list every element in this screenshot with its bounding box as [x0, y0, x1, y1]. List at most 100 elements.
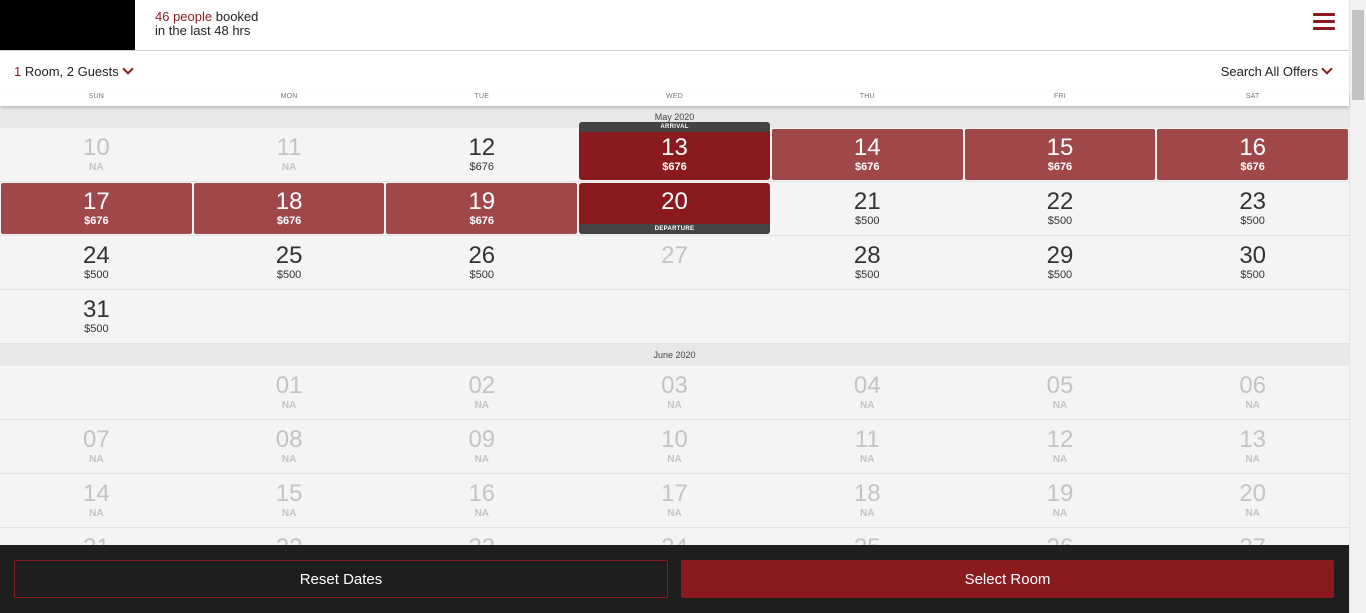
- select-room-button[interactable]: Select Room: [681, 560, 1334, 598]
- calendar-day: 21NA: [1, 529, 192, 547]
- calendar-day: [1157, 291, 1348, 342]
- calendar-day[interactable]: 29 $500: [965, 237, 1156, 288]
- day-number: 14: [853, 134, 881, 161]
- calendar-day[interactable]: 20 DEPARTURE: [579, 183, 770, 234]
- day-number: 24: [83, 242, 110, 269]
- day-price: NA: [1052, 508, 1068, 519]
- calendar-day: 18 NA: [772, 475, 963, 526]
- day-price: $676: [276, 215, 302, 227]
- calendar-day[interactable]: 25 $500: [194, 237, 385, 288]
- calendar-day: 19 NA: [965, 475, 1156, 526]
- calendar-week-row: 24 $500 25 $500 26 $500 27 28 $500 29 $500 30 $500: [0, 236, 1349, 290]
- day-price: $676: [469, 161, 495, 173]
- day-number: 08: [275, 426, 303, 453]
- calendar-day[interactable]: 16 $676: [1157, 129, 1349, 180]
- calendar-day[interactable]: 19 $676: [386, 183, 578, 234]
- day-number: 16: [468, 480, 496, 507]
- calendar-day[interactable]: 26 $500: [386, 237, 577, 288]
- day-price: NA: [1052, 400, 1068, 411]
- search-offers-dropdown[interactable]: Search All Offers: [1221, 63, 1333, 79]
- day-number: 10: [83, 134, 110, 161]
- calendar-day: 13 NA: [1157, 421, 1348, 472]
- calendar-day[interactable]: 28 $500: [772, 237, 963, 288]
- day-number: 05: [1046, 372, 1074, 399]
- booking-activity-notice: 46 people booked in the last 48 hrs: [155, 10, 258, 38]
- day-number: 25: [772, 529, 963, 547]
- day-price: NA: [89, 508, 104, 519]
- day-number: 25: [275, 242, 303, 269]
- reset-dates-button[interactable]: Reset Dates: [14, 560, 668, 598]
- day-price: NA: [860, 400, 875, 411]
- day-number: 07: [83, 426, 110, 453]
- weekday-label: THU: [859, 93, 875, 100]
- calendar-day[interactable]: 15 $676: [964, 129, 1156, 180]
- calendar-day: 22NA: [194, 529, 385, 547]
- calendar-day: 08 NA: [194, 421, 385, 472]
- calendar-day: 02 NA: [386, 367, 577, 418]
- calendar-day: 03 NA: [579, 367, 770, 418]
- calendar-day[interactable]: 21 $500: [772, 183, 963, 234]
- day-number: 19: [1046, 480, 1074, 507]
- day-number: 12: [468, 134, 496, 161]
- day-price: NA: [474, 400, 490, 411]
- rooms-guests-label: Room, 2 Guests: [21, 64, 119, 79]
- day-price: $500: [1240, 269, 1265, 281]
- calendar-day[interactable]: 14 $676: [771, 129, 963, 180]
- day-number: 24: [579, 529, 770, 547]
- calendar-day: 05 NA: [965, 367, 1156, 418]
- day-number: 04: [853, 372, 881, 399]
- calendar-day: 23NA: [386, 529, 577, 547]
- day-price: NA: [667, 454, 682, 465]
- calendar-day[interactable]: 17 $676: [1, 183, 192, 234]
- calendar-day: 27NA: [1157, 529, 1348, 547]
- day-number: 22: [194, 529, 385, 547]
- calendar-day: [579, 291, 770, 342]
- day-number: 15: [1046, 134, 1074, 161]
- calendar-day[interactable]: 22 $500: [965, 183, 1156, 234]
- month-heading: June 2020: [0, 344, 1349, 366]
- day-number: 29: [1046, 242, 1074, 269]
- day-price: NA: [860, 508, 875, 519]
- day-number: 23: [386, 529, 577, 547]
- day-number: 17: [661, 480, 688, 507]
- weekday-label: WED: [666, 93, 683, 100]
- calendar-day: 27: [579, 237, 770, 288]
- calendar-grid: May 2020 10 NA 11 NA 12 $676 ARRIVAL 13 $676 14 $67…: [0, 106, 1349, 546]
- calendar-week-row: 07 NA 08 NA 09 NA 10 NA 11 NA 12 NA 13 NA: [0, 420, 1349, 474]
- calendar-day: 12 NA: [965, 421, 1156, 472]
- day-number: 17: [83, 188, 110, 215]
- calendar-day[interactable]: 23 $500: [1157, 183, 1348, 234]
- weekday-label: SAT: [1245, 93, 1260, 100]
- scrollbar-thumb[interactable]: [1352, 10, 1364, 100]
- rooms-guests-dropdown[interactable]: 1 Room, 2 Guests: [14, 63, 134, 79]
- day-price: NA: [667, 400, 682, 411]
- day-number: 27: [1157, 529, 1348, 547]
- day-price: NA: [281, 454, 297, 465]
- day-number: 02: [468, 372, 496, 399]
- calendar-day[interactable]: 12 $676: [386, 129, 577, 180]
- calendar-day: 11 NA: [772, 421, 963, 472]
- calendar-day[interactable]: 18 $676: [193, 183, 385, 234]
- day-price: NA: [1245, 400, 1260, 411]
- day-number: 27: [661, 242, 688, 269]
- calendar-day: 15 NA: [194, 475, 385, 526]
- day-price: $676: [1240, 161, 1265, 173]
- calendar-day[interactable]: 31 $500: [1, 291, 192, 342]
- calendar-day[interactable]: 24 $500: [1, 237, 192, 288]
- day-number: 03: [661, 372, 688, 399]
- day-price: NA: [474, 454, 490, 465]
- day-price: $676: [1047, 161, 1073, 173]
- calendar-day: [386, 291, 577, 342]
- day-number: 11: [276, 134, 302, 161]
- day-price: $500: [1240, 215, 1265, 227]
- day-price: $500: [84, 269, 109, 281]
- day-number: 20: [661, 188, 688, 215]
- departure-tag: DEPARTURE: [579, 224, 770, 234]
- hotel-logo[interactable]: [0, 0, 135, 50]
- calendar-day[interactable]: 30 $500: [1157, 237, 1348, 288]
- hamburger-menu-icon[interactable]: [1313, 13, 1335, 33]
- page-scrollbar[interactable]: [1349, 0, 1366, 613]
- day-price: NA: [281, 508, 297, 519]
- day-number: 28: [853, 242, 881, 269]
- calendar-day[interactable]: ARRIVAL 13 $676: [579, 122, 770, 180]
